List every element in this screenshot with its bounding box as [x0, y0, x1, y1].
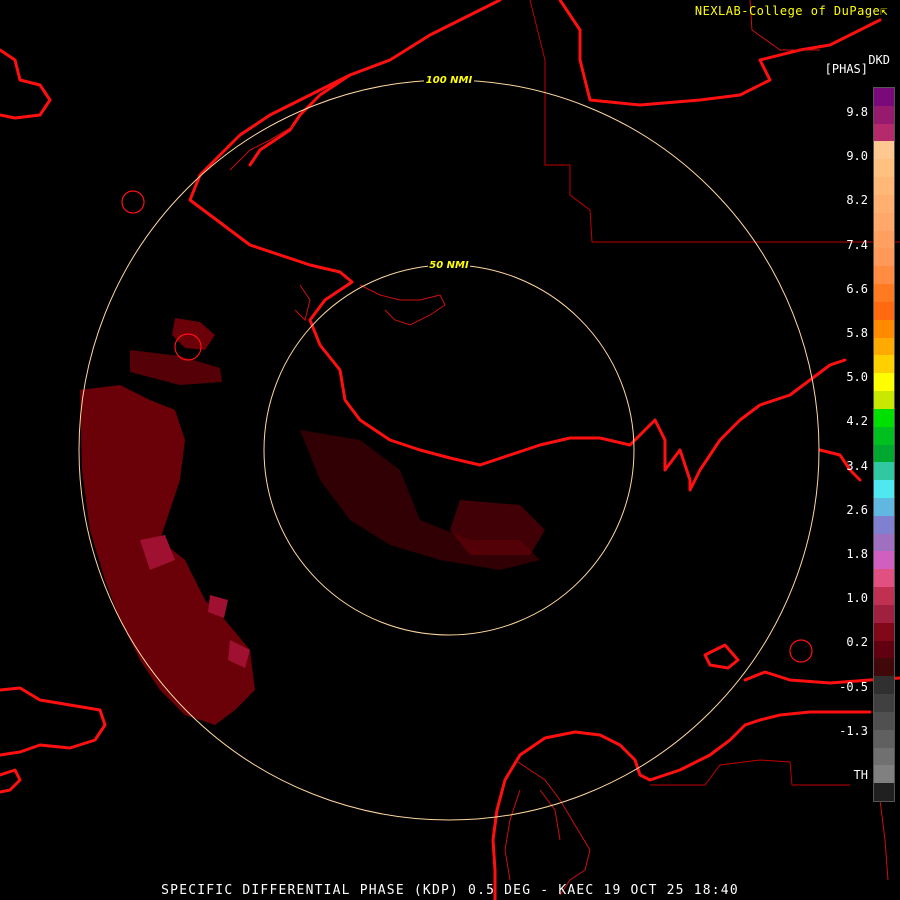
unit-label: [PHAS] [824, 62, 868, 76]
legend-swatch [874, 337, 894, 356]
echo-band-nw [130, 350, 222, 385]
footer-caption: SPECIFIC DIFFERENTIAL PHASE (KDP) 0.5 DE… [161, 883, 739, 898]
legend-swatch [874, 622, 894, 642]
echo-returns [80, 318, 545, 725]
legend-swatch [874, 569, 894, 588]
legend-swatch [874, 640, 894, 659]
legend-swatch [874, 88, 894, 107]
legend-swatch [874, 747, 894, 766]
ring-label-50: 50 NMI [429, 260, 469, 271]
legend-tick-label: 8.2 [846, 193, 868, 208]
legend-tick-label: 1.8 [846, 547, 868, 561]
credit-text: NEXLAB-College of DuPage⇱ [695, 4, 888, 18]
legend-tick-label: 9.0 [846, 149, 868, 164]
legend-swatch [874, 248, 894, 267]
estuary-detail-south [514, 759, 591, 896]
boundary-south-east [650, 759, 850, 786]
legend-tick-label: -0.5 [839, 679, 868, 694]
legend-swatch [874, 373, 894, 392]
legend-swatch [874, 301, 894, 321]
legend-tick-label: 0.2 [846, 635, 868, 650]
legend-swatch [874, 533, 894, 552]
legend-swatch [874, 694, 894, 713]
legend-swatch [874, 105, 894, 125]
radar-map: 100 NMI 50 NMI [0, 0, 900, 900]
color-legend-bar [873, 87, 895, 802]
coastline-nw [0, 48, 52, 120]
legend-swatch [874, 604, 894, 624]
legend-swatch [874, 765, 894, 784]
legend-tick-label: 3.4 [846, 458, 868, 473]
legend-swatch [874, 515, 894, 535]
legend-tick-label: 5.8 [846, 326, 868, 340]
arrow-cursor-icon: ⇱ [880, 4, 888, 18]
small-island-east [789, 639, 813, 663]
legend-swatch [874, 676, 894, 695]
ring-label-100: 100 NMI [426, 75, 473, 86]
legend-swatch [874, 426, 894, 445]
legend-swatch [874, 355, 894, 374]
coastline-north [188, 0, 847, 492]
legend-swatch [874, 497, 894, 517]
island-east [703, 643, 740, 670]
legend-tick-label: 1.0 [846, 591, 868, 606]
coastline-west-lower [0, 768, 22, 794]
river-far-east [879, 799, 889, 881]
legend-swatch [874, 177, 894, 196]
bay-detail-north-2 [294, 284, 311, 321]
bay-detail-north [359, 284, 446, 326]
legend-swatch [874, 408, 894, 428]
legend-tick-label: TH [853, 768, 868, 782]
estuary-detail-south-2 [504, 789, 521, 881]
legend-tick-label: 5.0 [846, 370, 868, 385]
estuary-detail-south-3 [539, 789, 561, 841]
echo-patch-south-center [450, 500, 545, 555]
credit-label: NEXLAB-College of DuPage [694, 4, 881, 18]
legend-swatch [874, 284, 894, 303]
legend-swatch [874, 551, 894, 570]
legend-swatch [874, 159, 894, 178]
legend-swatch [874, 123, 894, 142]
legend-swatch [874, 212, 894, 232]
legend-tick-label: 9.8 [846, 105, 868, 119]
legend-swatch [874, 729, 894, 748]
legend-swatch [874, 319, 894, 339]
legend-tick-label: 7.4 [846, 237, 868, 252]
legend-swatch [874, 141, 894, 160]
legend-swatch [874, 391, 894, 410]
product-code: DKD [868, 53, 890, 67]
legend-tick-label: 4.2 [846, 414, 868, 429]
echo-patch-nw [172, 318, 215, 350]
coastline-west [0, 686, 107, 757]
legend-swatch [874, 711, 894, 731]
legend-tick-label: 6.6 [846, 281, 868, 296]
legend-swatch [874, 587, 894, 606]
legend-swatch [874, 444, 894, 463]
legend-swatch [874, 658, 894, 677]
legend-swatch [874, 462, 894, 481]
legend-swatch [874, 266, 894, 285]
legend-swatch [874, 194, 894, 214]
legend-swatch [874, 783, 894, 802]
legend-swatch [874, 480, 894, 499]
legend-tick-label: -1.3 [839, 723, 868, 738]
legend-tick-label: 2.6 [846, 502, 868, 517]
legend-swatch [874, 230, 894, 249]
small-island-nw [121, 190, 145, 214]
